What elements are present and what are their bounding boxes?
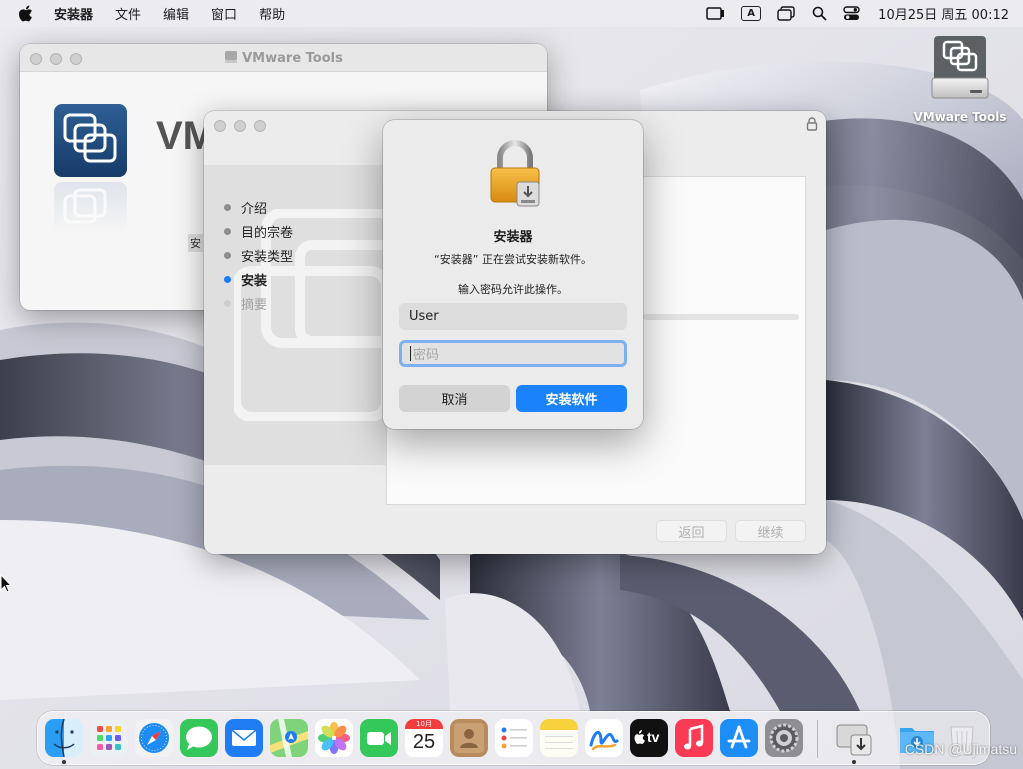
step-bullet-icon bbox=[224, 275, 231, 283]
step-bullet-icon bbox=[224, 299, 231, 307]
watermark-text: CSDN @Ujimatsu bbox=[904, 741, 1017, 757]
launchpad-icon[interactable] bbox=[90, 719, 128, 757]
install-package-label[interactable]: 安 bbox=[188, 234, 203, 252]
mail-icon[interactable] bbox=[225, 719, 263, 757]
app-store-icon[interactable] bbox=[720, 719, 758, 757]
dialog-message: “安装器” 正在尝试安装新软件。 bbox=[434, 253, 592, 266]
installer-footer: 返回 继续 bbox=[656, 520, 806, 542]
spotlight-search-icon[interactable] bbox=[812, 6, 827, 21]
desktop-volume-label: VMware Tools bbox=[913, 110, 1007, 124]
step-bullet-icon bbox=[224, 227, 231, 235]
username-field[interactable]: User bbox=[399, 303, 627, 330]
menu-edit[interactable]: 编辑 bbox=[163, 4, 189, 23]
text-caret bbox=[410, 346, 411, 361]
desktop-volume-vmware-tools[interactable]: VMware Tools bbox=[910, 34, 1010, 124]
music-icon[interactable] bbox=[675, 719, 713, 757]
zoom-button[interactable] bbox=[254, 120, 266, 132]
password-placeholder: 密码 bbox=[413, 348, 440, 363]
continue-button[interactable]: 继续 bbox=[735, 520, 806, 542]
disk-volume-icon bbox=[931, 36, 989, 99]
screen-mirroring-icon[interactable] bbox=[706, 6, 725, 21]
minimize-button[interactable] bbox=[234, 120, 246, 132]
messages-icon[interactable] bbox=[180, 719, 218, 757]
padlock-icon bbox=[487, 140, 543, 214]
step-item: 介绍 bbox=[224, 195, 293, 219]
lock-icon[interactable] bbox=[806, 117, 818, 135]
input-source-icon[interactable]: A bbox=[741, 6, 762, 21]
disk-icon bbox=[224, 50, 238, 68]
password-field[interactable]: 密码 bbox=[399, 340, 627, 367]
step-item: 目的宗卷 bbox=[224, 219, 293, 243]
notes-icon[interactable] bbox=[540, 719, 578, 757]
calendar-month: 10月 bbox=[416, 720, 432, 728]
step-bullet-icon bbox=[224, 251, 231, 259]
cancel-button[interactable]: 取消 bbox=[399, 385, 510, 412]
window-switch-icon[interactable] bbox=[777, 6, 796, 21]
tv-label: tv bbox=[647, 729, 660, 745]
install-software-button[interactable]: 安装软件 bbox=[516, 385, 627, 412]
dialog-title: 安装器 bbox=[493, 230, 533, 245]
window-titlebar[interactable]: VMware Tools bbox=[20, 44, 547, 72]
menu-help[interactable]: 帮助 bbox=[259, 4, 285, 23]
close-button[interactable] bbox=[214, 120, 226, 132]
dock: 10月 25 tv bbox=[37, 711, 990, 765]
step-item-current: 安装 bbox=[224, 267, 293, 291]
window-title: VMware Tools bbox=[20, 50, 547, 68]
reminders-icon[interactable] bbox=[495, 719, 533, 757]
calendar-icon[interactable]: 10月 25 bbox=[405, 719, 443, 757]
installer-steps-list: 介绍 目的宗卷 安装类型 安装 摘要 bbox=[224, 195, 293, 315]
calendar-day: 25 bbox=[412, 731, 436, 753]
authentication-dialog[interactable]: 安装器 “安装器” 正在尝试安装新软件。 输入密码允许此操作。 User 密码 … bbox=[383, 120, 643, 429]
facetime-icon[interactable] bbox=[360, 719, 398, 757]
tv-icon[interactable]: tv bbox=[630, 719, 668, 757]
menu-app-name[interactable]: 安装器 bbox=[54, 4, 93, 23]
username-value: User bbox=[409, 309, 439, 324]
dialog-prompt: 输入密码允许此操作。 bbox=[458, 283, 568, 296]
menu-bar: 安装器 文件 编辑 窗口 帮助 A 10月25日 周五 00:12 bbox=[0, 0, 1023, 27]
vmware-logo-icon bbox=[54, 104, 127, 181]
menu-window[interactable]: 窗口 bbox=[211, 4, 237, 23]
finder-icon[interactable] bbox=[45, 719, 83, 757]
apple-menu-icon[interactable] bbox=[18, 5, 36, 23]
maps-icon[interactable] bbox=[270, 719, 308, 757]
step-item: 摘要 bbox=[224, 291, 293, 315]
menubar-clock[interactable]: 10月25日 周五 00:12 bbox=[878, 4, 1009, 23]
control-center-icon[interactable] bbox=[843, 6, 860, 21]
system-settings-icon[interactable] bbox=[765, 719, 803, 757]
menu-file[interactable]: 文件 bbox=[115, 4, 141, 23]
step-item: 安装类型 bbox=[224, 243, 293, 267]
install-progress-bar bbox=[643, 314, 799, 320]
vmware-logo-reflection-icon bbox=[54, 182, 127, 236]
photos-icon[interactable] bbox=[315, 719, 353, 757]
freeform-icon[interactable] bbox=[585, 719, 623, 757]
step-bullet-icon bbox=[224, 203, 231, 211]
mouse-pointer-icon bbox=[0, 573, 13, 598]
safari-icon[interactable] bbox=[135, 719, 173, 757]
back-button[interactable]: 返回 bbox=[656, 520, 727, 542]
window-controls bbox=[214, 120, 266, 132]
installer-app-icon[interactable] bbox=[835, 719, 873, 757]
contacts-icon[interactable] bbox=[450, 719, 488, 757]
